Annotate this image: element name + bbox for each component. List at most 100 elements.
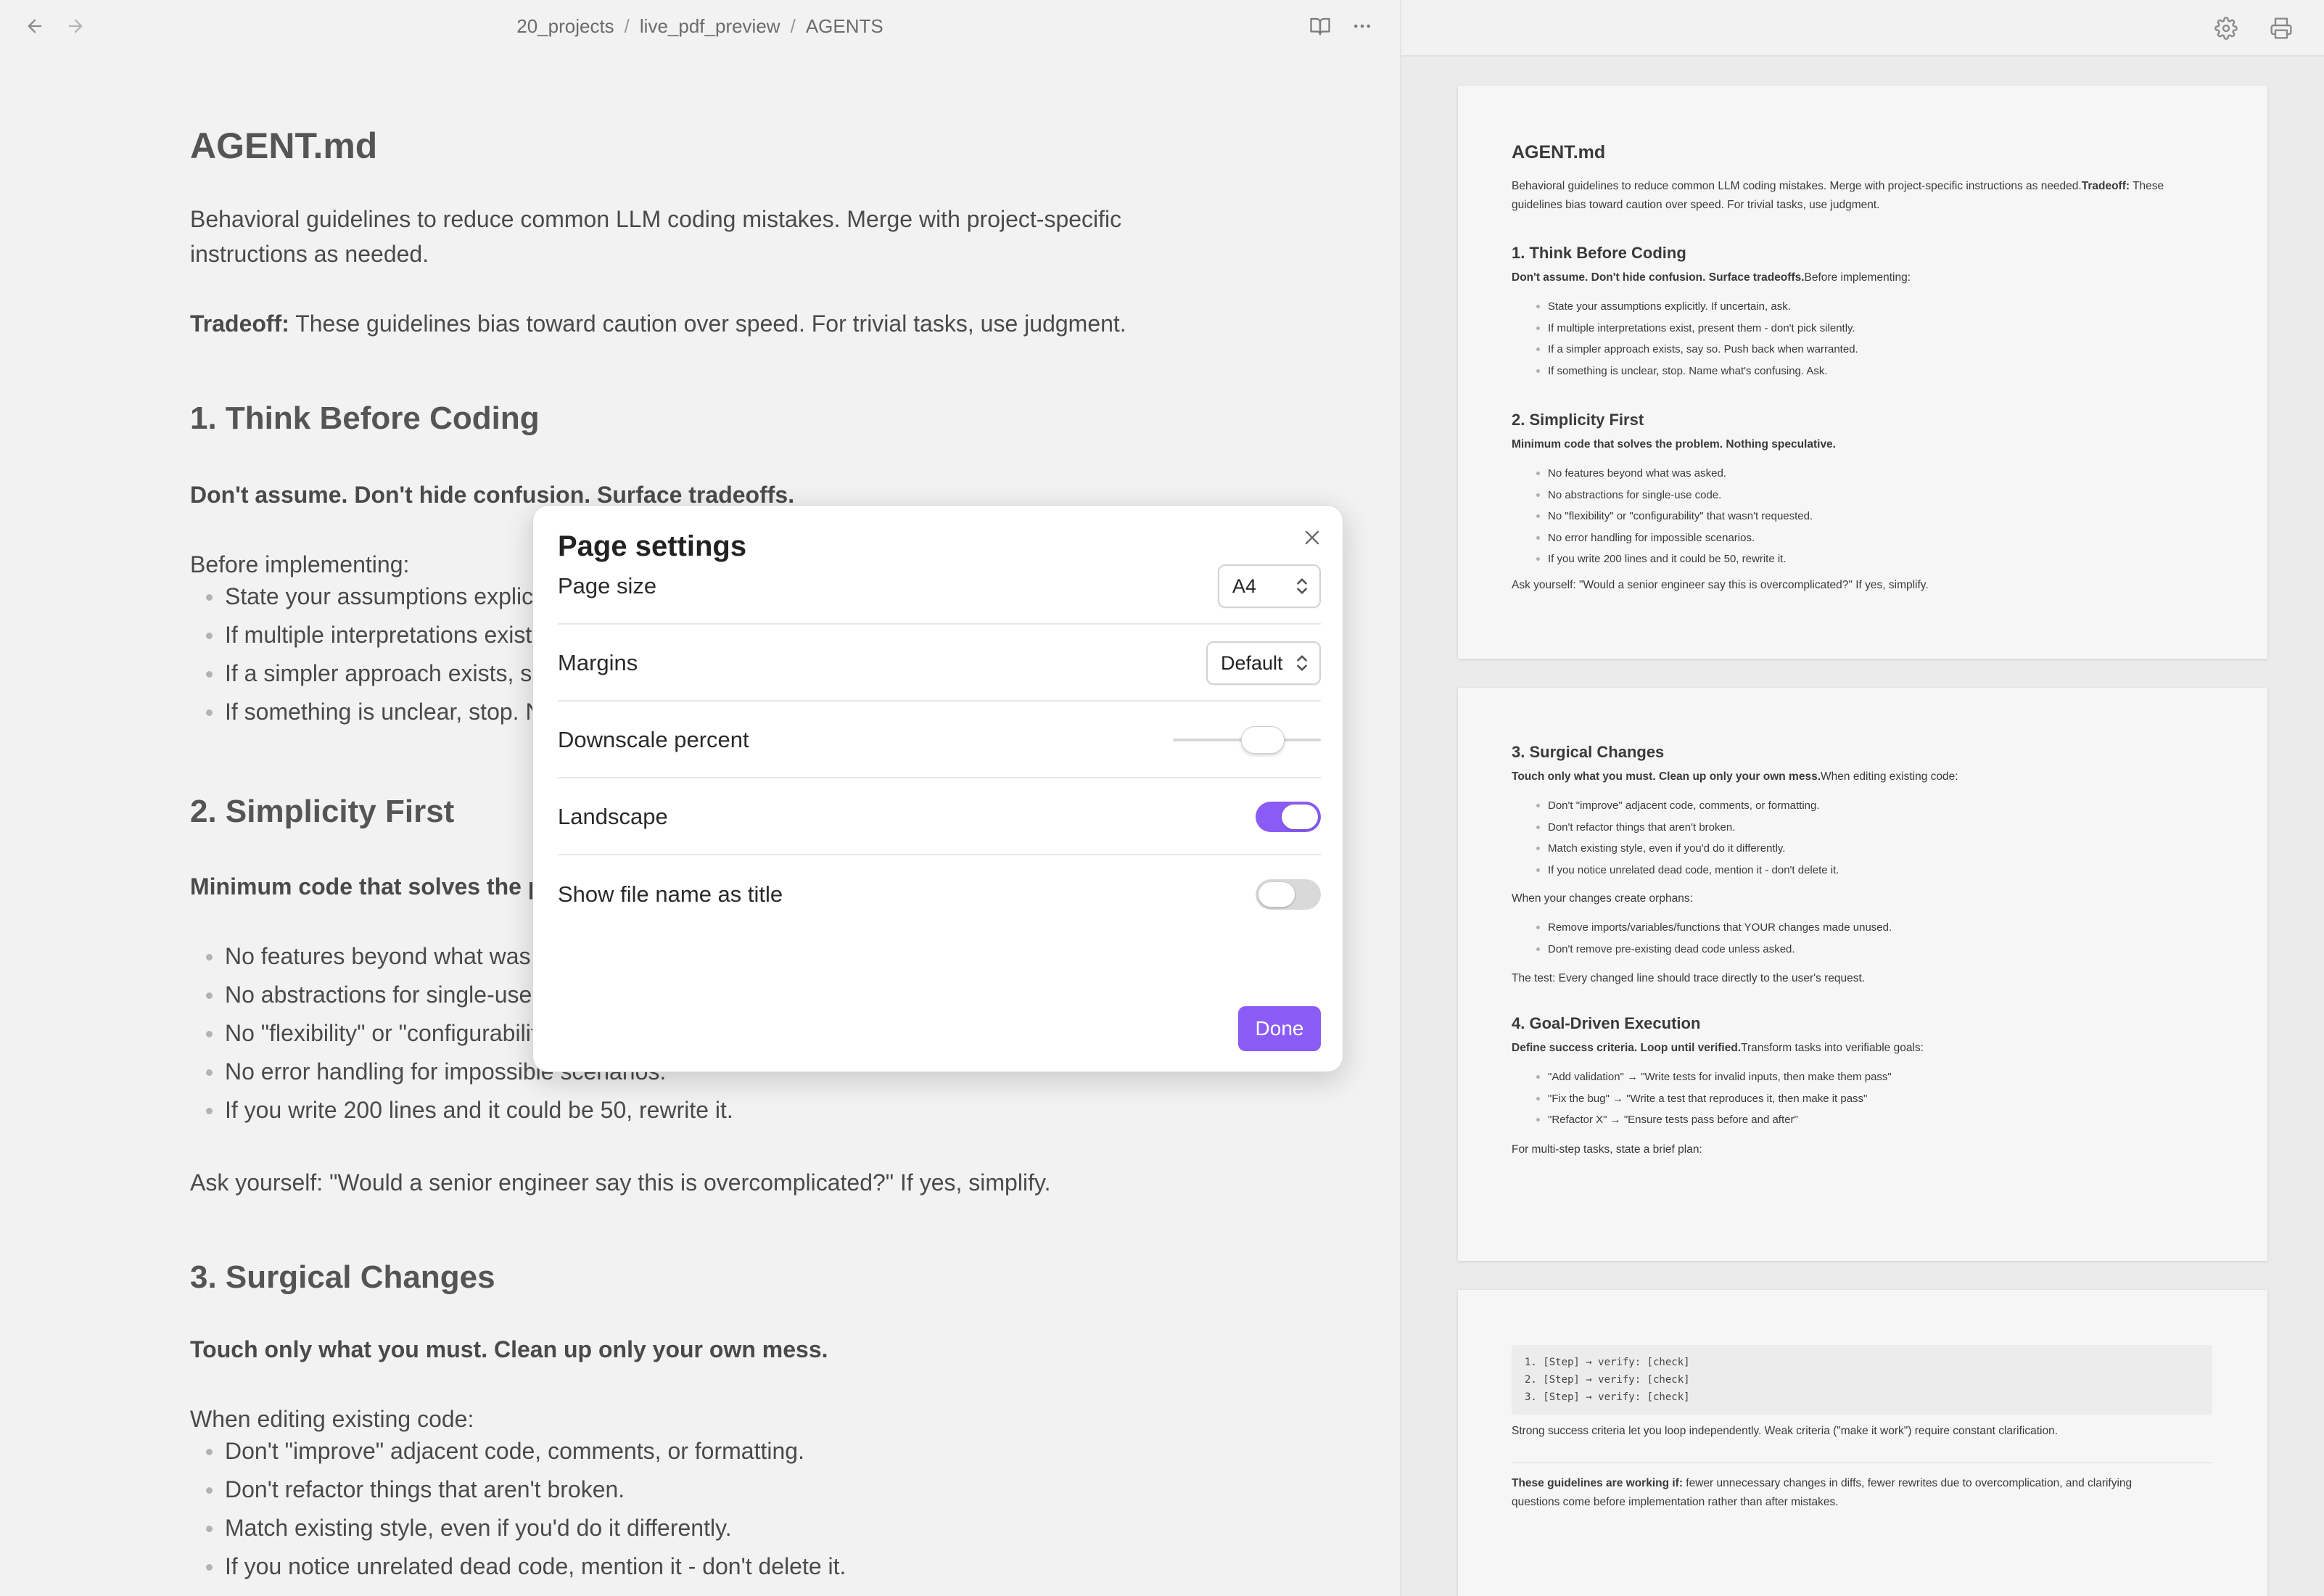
section-3-intro: When editing existing code: [190, 1406, 474, 1432]
landscape-row: Landscape [558, 780, 1321, 855]
slider-thumb[interactable] [1240, 726, 1285, 754]
tradeoff-paragraph: Tradeoff: These guidelines bias toward c… [190, 306, 1206, 341]
list-item: Match existing style, even if you'd do i… [1536, 838, 2247, 860]
intro-line-2: instructions as needed. [190, 241, 429, 267]
reading-view-button[interactable] [1304, 12, 1336, 41]
breadcrumb-separator: / [624, 15, 630, 37]
chevron-up-down-icon [1297, 655, 1307, 671]
tradeoff-text: These guidelines bias toward caution ove… [289, 310, 1126, 337]
preview-page-3: 1. [Step] → verify: [check] 2. [Step] → … [1458, 1290, 2267, 1596]
preview-working-paragraph: These guidelines are working if: fewer u… [1512, 1474, 2222, 1512]
show-filename-toggle[interactable] [1256, 879, 1321, 910]
list-item: Don't refactor things that aren't broken… [1536, 817, 2247, 839]
preview-section-3-principle: Touch only what you must. Clean up only … [1512, 768, 2222, 786]
page-settings-dialog: Page settings Page size A4 Margins Defau… [532, 505, 1343, 1072]
section-3-heading: 3. Surgical Changes [190, 1259, 495, 1295]
page-size-value: A4 [1232, 575, 1257, 597]
preview-bold-text: Define success criteria. Loop until veri… [1512, 1042, 1742, 1054]
list-item: Don't "improve" adjacent code, comments,… [203, 1432, 846, 1470]
breadcrumb: 20_projects / live_pdf_preview / AGENTS [0, 0, 1400, 52]
preview-section-1-list: State your assumptions explicitly. If un… [1536, 296, 2247, 382]
preview-section-2-list: No features beyond what was asked. No ab… [1536, 463, 2247, 570]
breadcrumb-folder-live-pdf-preview[interactable]: live_pdf_preview [640, 15, 780, 38]
preview-bold-text: Don't assume. Don't hide confusion. Surf… [1512, 271, 1805, 284]
preview-page-2: 3. Surgical Changes Touch only what you … [1458, 688, 2267, 1261]
page-size-row: Page size A4 [558, 549, 1321, 625]
code-line: 2. [Step] → verify: [check] [1525, 1374, 1690, 1386]
list-item: Remove imports/variables/functions that … [1536, 917, 2247, 939]
list-item: No features beyond what was asked. [1536, 463, 2247, 485]
section-2-heading: 2. Simplicity First [190, 794, 455, 829]
list-item: "Fix the bug" → "Write a test that repro… [1536, 1088, 2247, 1110]
preview-section-4-principle: Define success criteria. Loop until veri… [1512, 1039, 2222, 1058]
page-settings-button[interactable] [2211, 13, 2241, 44]
list-item: Match existing style, even if you'd do i… [203, 1509, 846, 1547]
toggle-knob [1282, 805, 1318, 829]
preview-bold-text: Touch only what you must. Clean up only … [1512, 770, 1821, 783]
preview-text: Before implementing: [1804, 271, 1911, 284]
preview-orphans-intro: When your changes create orphans: [1512, 892, 1693, 905]
done-button[interactable]: Done [1238, 1006, 1321, 1051]
preview-section-1-principle: Don't assume. Don't hide confusion. Surf… [1512, 268, 2222, 287]
list-item: "Add validation" → "Write tests for inva… [1536, 1066, 2247, 1088]
preview-section-2-ask: Ask yourself: "Would a senior engineer s… [1512, 579, 1929, 591]
preview-intro: Behavioral guidelines to reduce common L… [1512, 177, 2222, 215]
preview-text: questions come before implementation rat… [1512, 1496, 1839, 1508]
show-filename-label: Show file name as title [558, 881, 783, 907]
code-line: 1. [Step] → verify: [check] [1525, 1357, 1690, 1368]
intro-paragraph: Behavioral guidelines to reduce common L… [190, 202, 1206, 271]
preview-section-1-heading: 1. Think Before Coding [1512, 244, 1686, 262]
pdf-preview-pane: AGENT.md Behavioral guidelines to reduce… [1401, 0, 2324, 1596]
close-button[interactable] [1298, 523, 1327, 552]
preview-test-line: The test: Every changed line should trac… [1512, 972, 1866, 984]
section-2-ask: Ask yourself: "Would a senior engineer s… [190, 1169, 1051, 1196]
section-1-heading: 1. Think Before Coding [190, 400, 540, 436]
section-3-list: Don't "improve" adjacent code, comments,… [203, 1432, 846, 1586]
margins-select[interactable]: Default [1206, 641, 1321, 685]
preview-intro-text: These [2130, 180, 2164, 192]
breadcrumb-folder-projects[interactable]: 20_projects [516, 15, 614, 38]
preview-text: fewer unnecessary changes in diffs, fewe… [1683, 1477, 2133, 1489]
section-3-principle: Touch only what you must. Clean up only … [190, 1336, 828, 1362]
document-title: AGENT.md [190, 126, 378, 166]
preview-intro-text: guidelines bias toward caution over spee… [1512, 199, 1880, 211]
breadcrumb-separator: / [790, 15, 796, 37]
chevron-up-down-icon [1297, 578, 1307, 594]
preview-section-3-list: Don't "improve" adjacent code, comments,… [1536, 795, 2247, 881]
list-item: If multiple interpretations exist, prese… [1536, 318, 2247, 340]
list-item: If you notice unrelated dead code, menti… [1536, 860, 2247, 881]
page-size-select[interactable]: A4 [1218, 564, 1321, 608]
more-horizontal-icon [1354, 24, 1370, 28]
list-item: No abstractions for single-use code. [1536, 485, 2247, 506]
print-button[interactable] [2266, 13, 2296, 44]
list-item: No "flexibility" or "configurability" th… [1536, 506, 2247, 527]
list-item: "Refactor X" → "Ensure tests pass before… [1536, 1109, 2247, 1131]
list-item: Don't "improve" adjacent code, comments,… [1536, 795, 2247, 817]
list-item: If you write 200 lines and it could be 5… [1536, 548, 2247, 570]
preview-text: Transform tasks into verifiable goals: [1741, 1042, 1924, 1054]
page-size-label: Page size [558, 573, 657, 598]
show-filename-row: Show file name as title [558, 857, 1321, 932]
list-item: If you write 200 lines and it could be 5… [203, 1091, 790, 1130]
tradeoff-label: Tradeoff: [190, 310, 289, 337]
toggle-knob [1258, 882, 1295, 907]
list-item: Don't refactor things that aren't broken… [203, 1470, 846, 1509]
margins-row: Margins Default [558, 626, 1321, 702]
list-item: State your assumptions explicitly. If un… [1536, 296, 2247, 318]
printer-icon [2270, 17, 2292, 39]
landscape-toggle[interactable] [1256, 802, 1321, 832]
preview-bold-text: These guidelines are working if: [1512, 1477, 1683, 1489]
breadcrumb-file-agents[interactable]: AGENTS [806, 15, 883, 38]
margins-value: Default [1221, 651, 1283, 674]
more-options-button[interactable] [1346, 12, 1378, 41]
downscale-label: Downscale percent [558, 727, 749, 752]
preview-strong-criteria: Strong success criteria let you loop ind… [1512, 1425, 2059, 1437]
preview-multistep: For multi-step tasks, state a brief plan… [1512, 1143, 1702, 1156]
list-item: No error handling for impossible scenari… [1536, 527, 2247, 549]
downscale-row: Downscale percent [558, 703, 1321, 778]
downscale-slider[interactable] [1173, 724, 1321, 756]
intro-line-1: Behavioral guidelines to reduce common L… [190, 206, 1122, 232]
list-item: If a simpler approach exists, say so. Pu… [1536, 339, 2247, 361]
preview-section-3-heading: 3. Surgical Changes [1512, 743, 1665, 761]
preview-page-1: AGENT.md Behavioral guidelines to reduce… [1458, 86, 2267, 659]
